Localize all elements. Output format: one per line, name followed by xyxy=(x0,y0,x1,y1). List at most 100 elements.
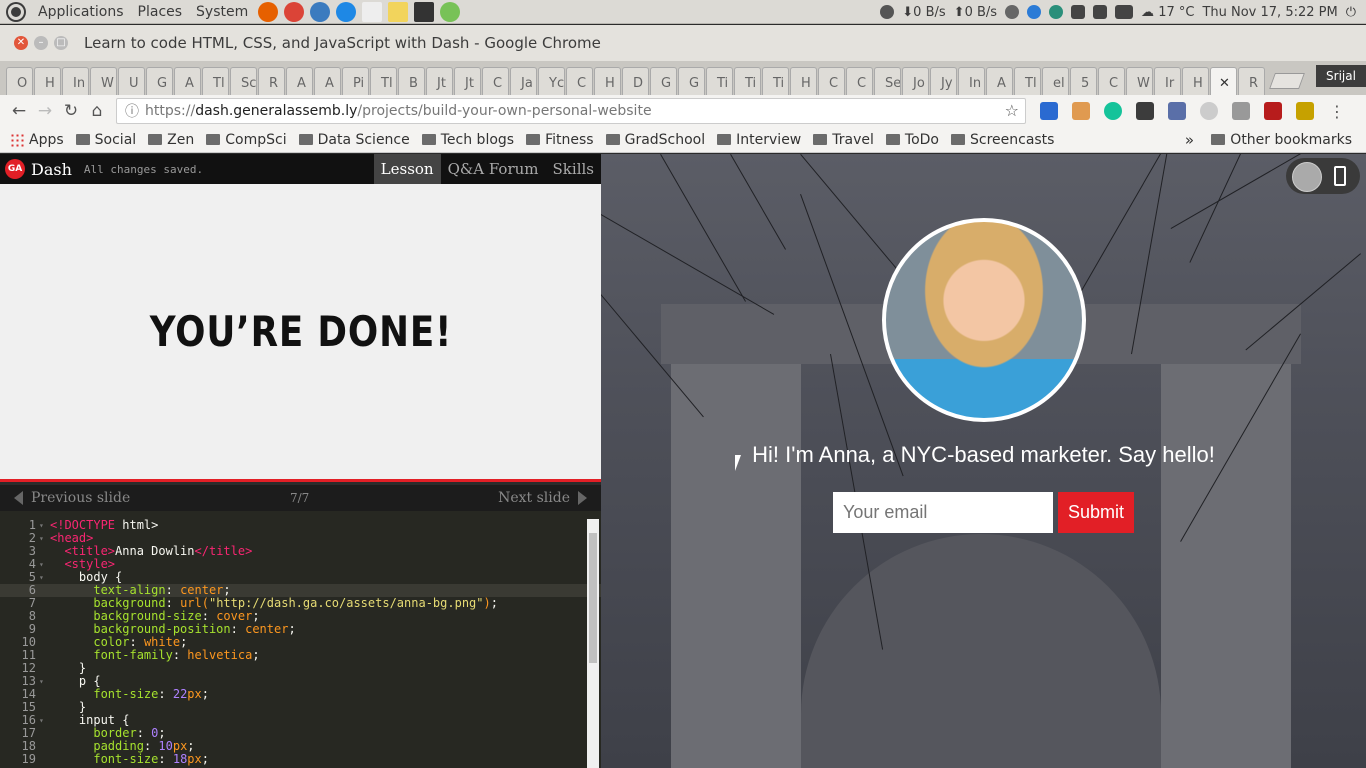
weather-indicator[interactable]: ☁ 17 °C xyxy=(1141,5,1194,20)
scrollbar-thumb[interactable] xyxy=(589,533,597,663)
system-menu[interactable]: System xyxy=(196,4,248,20)
browser-tab[interactable]: D xyxy=(622,67,649,95)
browser-tab[interactable]: W xyxy=(90,67,117,95)
editor-scrollbar[interactable] xyxy=(587,519,599,768)
browser-tab[interactable]: Pi xyxy=(342,67,369,95)
browser-tab[interactable]: O xyxy=(6,67,33,95)
places-menu[interactable]: Places xyxy=(138,4,183,20)
browser-tab[interactable]: A xyxy=(286,67,313,95)
code-line[interactable]: 14 font-size: 22px; xyxy=(0,688,601,701)
browser-tab[interactable]: B xyxy=(398,67,425,95)
bookmark-folder[interactable]: Zen xyxy=(148,132,194,148)
browser-tab[interactable]: C xyxy=(846,67,873,95)
browser-tab[interactable]: Tl xyxy=(370,67,397,95)
dash-brand[interactable]: Dash xyxy=(31,160,72,179)
bookmark-folder[interactable]: CompSci xyxy=(206,132,287,148)
bookmark-folder[interactable]: ToDo xyxy=(885,132,939,148)
grb-extension-icon[interactable] xyxy=(1168,102,1186,120)
close-window-button[interactable]: ✕ xyxy=(14,36,28,50)
browser-tab[interactable]: Ti xyxy=(734,67,761,95)
maximize-window-button[interactable]: □ xyxy=(54,36,68,50)
new-tab-button[interactable] xyxy=(1269,73,1305,89)
browser-tab[interactable]: C xyxy=(566,67,593,95)
info-icon[interactable]: ⓘ xyxy=(125,101,139,121)
bookmark-folder[interactable]: Data Science xyxy=(298,132,410,148)
extension-v-icon[interactable] xyxy=(1040,102,1058,120)
forward-icon[interactable]: → xyxy=(32,101,58,121)
fold-toggle-icon[interactable]: ▾ xyxy=(36,532,50,545)
bookmark-folder[interactable]: Social xyxy=(75,132,136,148)
browser-tab[interactable]: H xyxy=(594,67,621,95)
browser-tab[interactable]: Se xyxy=(874,67,901,95)
power-icon[interactable]: ⏻ xyxy=(1346,5,1356,20)
extension-yellow-icon[interactable] xyxy=(1296,102,1314,120)
extension-face-icon[interactable] xyxy=(1072,102,1090,120)
browser-tab[interactable]: Jy xyxy=(930,67,957,95)
wifi-status-icon[interactable] xyxy=(880,5,895,19)
browser-tab[interactable]: In xyxy=(62,67,89,95)
browser-tab[interactable]: Tl xyxy=(1014,67,1041,95)
other-bookmarks[interactable]: Other bookmarks xyxy=(1211,132,1352,148)
browser-tab[interactable]: A xyxy=(314,67,341,95)
browser-tab[interactable]: Sc xyxy=(230,67,257,95)
mobile-icon[interactable] xyxy=(1334,166,1346,186)
fold-toggle-icon[interactable]: ▾ xyxy=(36,571,50,584)
system-monitor-icon[interactable] xyxy=(1049,5,1064,19)
ublock-icon[interactable] xyxy=(1264,102,1282,120)
browser-tab[interactable]: In xyxy=(958,67,985,95)
profile-button[interactable]: Srijal xyxy=(1316,65,1366,87)
tab-skills[interactable]: Skills xyxy=(546,154,601,184)
evernote-icon[interactable] xyxy=(1136,102,1154,120)
fold-toggle-icon[interactable]: ▾ xyxy=(36,519,50,532)
browser-tab[interactable]: Tl xyxy=(202,67,229,95)
android-studio-icon[interactable] xyxy=(440,1,461,22)
browser-tab[interactable]: R xyxy=(258,67,285,95)
browser-tab[interactable]: Ti xyxy=(762,67,789,95)
close-tab-icon[interactable]: ✕ xyxy=(1219,76,1230,91)
browser-tab[interactable]: Ti xyxy=(706,67,733,95)
browser-tab[interactable]: R xyxy=(1238,67,1265,95)
desktop-toggle-knob[interactable] xyxy=(1292,162,1322,192)
applications-menu[interactable]: Applications xyxy=(38,4,124,20)
browser-tab[interactable]: U xyxy=(118,67,145,95)
ubuntu-logo-icon[interactable] xyxy=(8,3,24,20)
browser-tab[interactable]: W xyxy=(1126,67,1153,95)
browser-tab[interactable]: H xyxy=(1182,67,1209,95)
reload-icon[interactable]: ↻ xyxy=(58,101,84,121)
grammarly-icon[interactable] xyxy=(1104,102,1122,120)
browser-tab[interactable]: el xyxy=(1042,67,1069,95)
code-line[interactable]: 11 font-family: helvetica; xyxy=(0,649,601,662)
browser-tab[interactable]: Jt xyxy=(426,67,453,95)
intel-icon[interactable] xyxy=(1027,5,1042,19)
browser-tab[interactable]: G xyxy=(146,67,173,95)
gmail-extension-icon[interactable] xyxy=(1200,102,1218,120)
text-editor-icon[interactable] xyxy=(362,1,383,22)
browser-tab[interactable]: Ja xyxy=(510,67,537,95)
browser-tab[interactable]: Jo xyxy=(902,67,929,95)
fold-toggle-icon[interactable]: ▾ xyxy=(36,714,50,727)
skype-icon[interactable] xyxy=(336,1,357,22)
fold-toggle-icon[interactable]: ▾ xyxy=(36,558,50,571)
previous-slide-button[interactable]: Previous slide xyxy=(14,490,130,506)
bookmark-folder[interactable]: Screencasts xyxy=(950,132,1054,148)
bookmark-folder[interactable]: Travel xyxy=(813,132,874,148)
chrome-menu-icon[interactable]: ⋮ xyxy=(1328,102,1346,121)
wifi-icon[interactable] xyxy=(1071,5,1086,19)
browser-tab[interactable]: C xyxy=(818,67,845,95)
browser-tab[interactable]: G xyxy=(650,67,677,95)
browser-tab[interactable]: C xyxy=(1098,67,1125,95)
more-bookmarks-icon[interactable]: » xyxy=(1185,131,1194,149)
browser-tab[interactable]: G xyxy=(678,67,705,95)
ga-logo[interactable]: GA xyxy=(5,159,25,179)
back-icon[interactable]: ← xyxy=(6,101,32,121)
browser-tab[interactable]: 5 xyxy=(1070,67,1097,95)
clock[interactable]: Thu Nov 17, 5:22 PM xyxy=(1202,5,1337,20)
minimize-window-button[interactable]: – xyxy=(34,36,48,50)
browser-tab[interactable]: Jt xyxy=(454,67,481,95)
lightbulb-icon[interactable] xyxy=(1005,5,1020,19)
extension-leaf-icon[interactable] xyxy=(1232,102,1250,120)
sublime-text-icon[interactable] xyxy=(414,1,435,22)
bookmark-folder[interactable]: Interview xyxy=(717,132,801,148)
browser-tab[interactable]: H xyxy=(790,67,817,95)
browser-tab[interactable]: Yc xyxy=(538,67,565,95)
